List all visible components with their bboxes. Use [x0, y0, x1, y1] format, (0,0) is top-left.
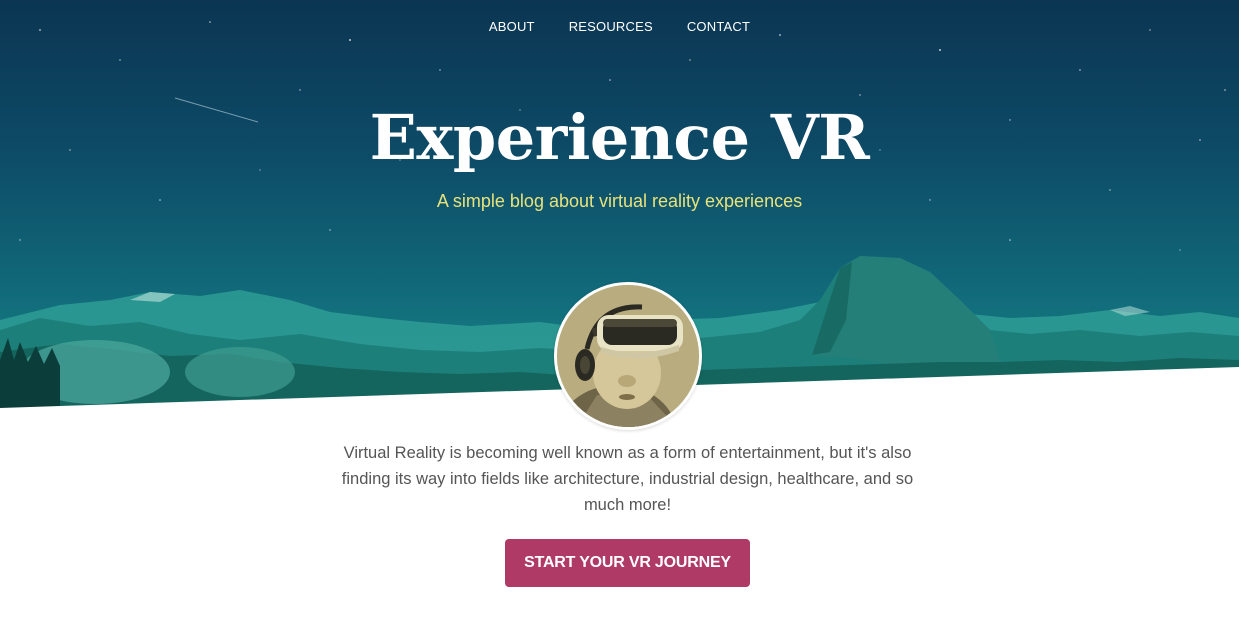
- intro-paragraph: Virtual Reality is becoming well known a…: [341, 444, 914, 514]
- nav-link-resources[interactable]: RESOURCES: [552, 19, 670, 35]
- landing-page: ABOUT RESOURCES CONTACT Experience VR A …: [0, 0, 1239, 635]
- avatar-vr-headset-person: [554, 282, 702, 430]
- vr-person-illustration: [557, 285, 699, 427]
- nav-link-contact[interactable]: CONTACT: [670, 19, 767, 35]
- hero-subtitle: A simple blog about virtual reality expe…: [436, 191, 803, 211]
- start-vr-journey-button[interactable]: START YOUR VR JOURNEY: [505, 539, 750, 587]
- top-navigation: ABOUT RESOURCES CONTACT: [0, 19, 1239, 35]
- hero-title: Experience VR: [369, 101, 870, 174]
- nav-link-about[interactable]: ABOUT: [472, 19, 552, 35]
